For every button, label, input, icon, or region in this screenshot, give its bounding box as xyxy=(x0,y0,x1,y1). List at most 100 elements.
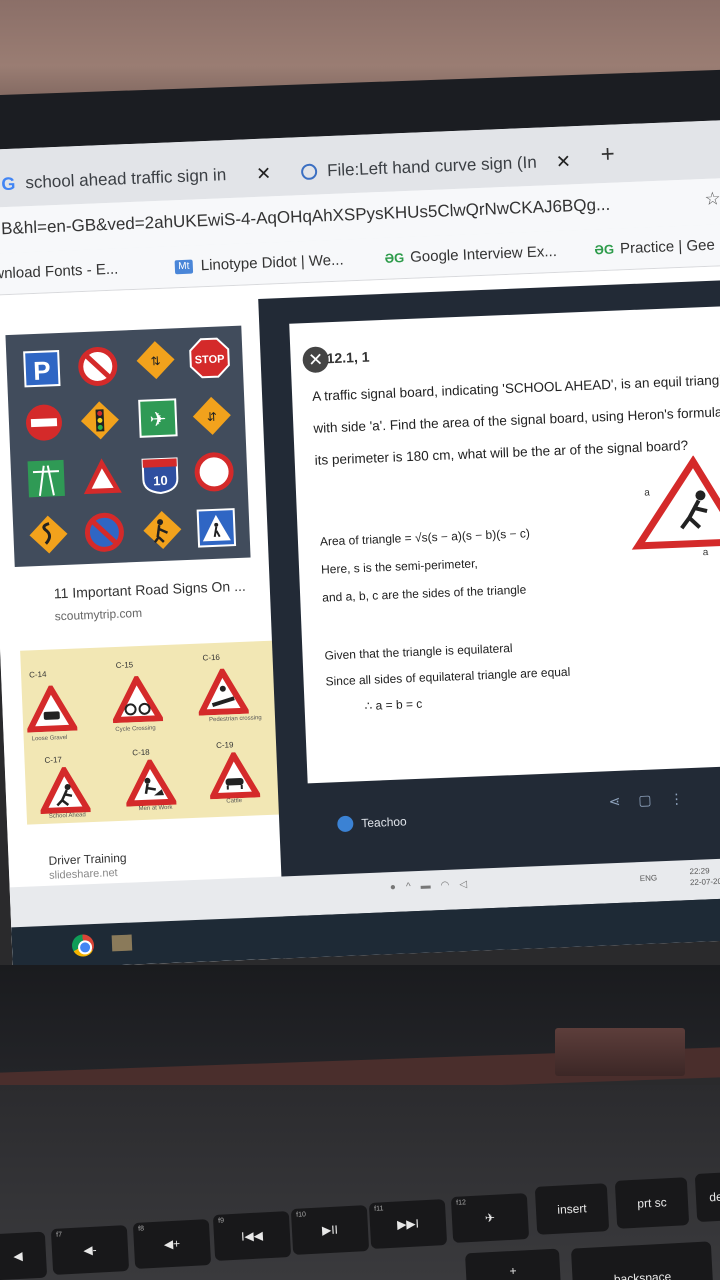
bookmark-practice[interactable]: ƏG Practice | Gee xyxy=(594,237,715,259)
airplane-mode-key[interactable]: f12 ✈ xyxy=(450,1193,530,1243)
save-icon[interactable]: ▢ xyxy=(638,791,670,808)
geeks-icon: ƏG xyxy=(594,241,615,258)
close-tab-icon[interactable]: ✕ xyxy=(555,151,571,173)
clock[interactable]: 22:29 22-07-2020 xyxy=(689,864,720,888)
chrome-icon[interactable] xyxy=(71,934,95,957)
key-label: ▶II xyxy=(321,1222,339,1238)
previous-track-key[interactable]: f9 I◀◀ xyxy=(212,1211,292,1261)
google-icon: G xyxy=(0,173,16,194)
formula-line: Area of triangle = √s(s − a)(s − b)(s − … xyxy=(319,526,531,549)
bookmark-google-interview[interactable]: ƏG Google Interview Ex... xyxy=(384,243,557,267)
delete-key[interactable]: de xyxy=(694,1171,720,1223)
more-icon[interactable]: ⋮ xyxy=(669,790,702,807)
battery-icon[interactable]: ▬ xyxy=(420,880,440,892)
mute-key[interactable]: ◀ xyxy=(0,1231,48,1280)
volume-icon[interactable]: ◁ xyxy=(459,879,477,891)
interstate-speed-sign-icon: 10 xyxy=(141,457,179,495)
sign-label: School Ahead xyxy=(48,812,86,820)
sign-code: C-19 xyxy=(215,740,234,751)
key-label: ✈ xyxy=(484,1210,496,1226)
fn-label: f11 xyxy=(373,1205,384,1213)
language-indicator[interactable]: ENG xyxy=(640,873,658,883)
no-parking-sign-icon xyxy=(84,512,124,552)
result-title[interactable]: Driver Training xyxy=(48,851,127,868)
result-source: scoutmytrip.com xyxy=(54,605,143,624)
no-entry-bar-sign-icon xyxy=(25,404,62,441)
stop-sign-text: STOP xyxy=(194,353,224,366)
svg-text:⇅: ⇅ xyxy=(150,354,161,368)
geeks-icon: ƏG xyxy=(384,250,405,266)
tray-icons: ●^▬◠◁ xyxy=(390,879,478,893)
men-at-work-sign-icon xyxy=(124,758,177,807)
sign-label: Pedestrian crossing xyxy=(208,715,262,724)
new-tab-button[interactable]: + xyxy=(600,141,615,170)
pedestrian-crossing-sign-icon xyxy=(196,508,237,548)
traffic-light-sign-icon xyxy=(80,401,119,440)
bookmark-star-icon[interactable]: ☆ xyxy=(704,188,720,210)
sign-code: C-18 xyxy=(132,747,150,758)
laptop-screen: G school ahead traffic sign in ✕ File:Le… xyxy=(0,119,720,970)
tab-school-ahead[interactable]: G school ahead traffic sign in ✕ xyxy=(1,156,272,201)
bookmark-label: Linotype Didot | We... xyxy=(200,251,344,275)
teachoo-logo-icon xyxy=(337,815,354,833)
speed-sign-text: 10 xyxy=(153,473,168,489)
linotype-icon: Mt xyxy=(174,259,194,274)
close-preview-button[interactable]: ✕ xyxy=(302,346,330,374)
backspace-key[interactable]: backspace xyxy=(570,1241,714,1280)
cattle-sign-icon xyxy=(208,751,261,800)
no-entry-sign-icon xyxy=(78,346,118,386)
stop-sign-icon: STOP xyxy=(189,337,230,379)
tab-left-hand-curve[interactable]: File:Left hand curve sign (In ✕ xyxy=(300,144,571,189)
school-ahead-sign-icon xyxy=(38,766,91,815)
key-label: insert xyxy=(556,1201,588,1217)
bookmark-download-fonts[interactable]: ownload Fonts - E... xyxy=(0,261,119,283)
plus-key[interactable]: + xyxy=(465,1248,561,1280)
curve-warning-sign-icon xyxy=(29,515,68,554)
road-signs-thumbnail[interactable]: P ⇅ STOP ✈ ⇵ 10 xyxy=(5,325,251,567)
sign-code: C-16 xyxy=(202,652,221,663)
airport-sign-icon: ✈ xyxy=(138,398,178,438)
key-label: ◀- xyxy=(83,1242,97,1258)
chevron-up-icon[interactable]: ^ xyxy=(406,881,421,893)
clock-date: 22-07-2020 xyxy=(689,876,720,888)
fn-label: f10 xyxy=(295,1211,307,1219)
bookmark-label: Google Interview Ex... xyxy=(409,242,558,266)
close-tab-icon[interactable]: ✕ xyxy=(256,163,272,185)
fn-label: f9 xyxy=(217,1217,225,1225)
result-title[interactable]: 11 Important Road Signs On ... xyxy=(54,578,246,602)
side-label: a xyxy=(703,547,709,558)
sign-code: C-17 xyxy=(44,755,63,765)
print-screen-key[interactable]: prt sc xyxy=(614,1177,690,1229)
indian-road-signs-thumbnail[interactable]: C-14 C-15 C-16 Loose Gravel Cycle Crossi… xyxy=(20,640,281,825)
play-pause-key[interactable]: f10 ▶II xyxy=(290,1205,370,1255)
volume-up-key[interactable]: f8 ◀+ xyxy=(132,1219,212,1269)
parking-sign-icon: P xyxy=(23,349,61,388)
bookmark-linotype[interactable]: Mt Linotype Didot | We... xyxy=(174,251,344,276)
key-label: de xyxy=(708,1189,720,1205)
fn-label: f7 xyxy=(55,1231,63,1239)
wifi-icon[interactable]: ◠ xyxy=(440,879,459,891)
sign-label: Cattle xyxy=(226,798,243,805)
given-line: Given that the triangle is equilateral xyxy=(324,641,513,663)
fn-label: f8 xyxy=(137,1225,145,1233)
file-explorer-icon[interactable] xyxy=(111,934,133,952)
insert-key[interactable]: insert xyxy=(534,1183,610,1235)
volume-down-key[interactable]: f7 ◀- xyxy=(50,1225,130,1275)
svg-text:✈: ✈ xyxy=(149,409,167,432)
people-icon[interactable]: ● xyxy=(390,882,406,894)
key-label: prt sc xyxy=(636,1195,668,1211)
svg-text:P: P xyxy=(33,355,52,386)
next-track-key[interactable]: f11 ▶▶I xyxy=(368,1199,448,1249)
equal-sides-line: ∴ a = b = c xyxy=(364,696,423,714)
roadwork-sign-icon xyxy=(143,511,182,549)
since-line: Since all sides of equilateral triangle … xyxy=(325,664,571,689)
preview-actions: ⋖▢⋮ xyxy=(608,790,702,811)
fn-label: f12 xyxy=(455,1199,467,1207)
image-source-link[interactable]: Teachoo xyxy=(337,813,407,833)
tab-label: File:Left hand curve sign (In xyxy=(326,152,538,181)
sides-line: and a, b, c are the sides of the triangl… xyxy=(321,582,527,605)
preview-image[interactable]: ✕ 12.1, 1 A traffic signal board, indica… xyxy=(289,304,720,784)
sign-label: Men at Work xyxy=(138,804,173,813)
school-ahead-triangle-icon: a a xyxy=(631,455,720,558)
share-icon[interactable]: ⋖ xyxy=(608,792,638,809)
